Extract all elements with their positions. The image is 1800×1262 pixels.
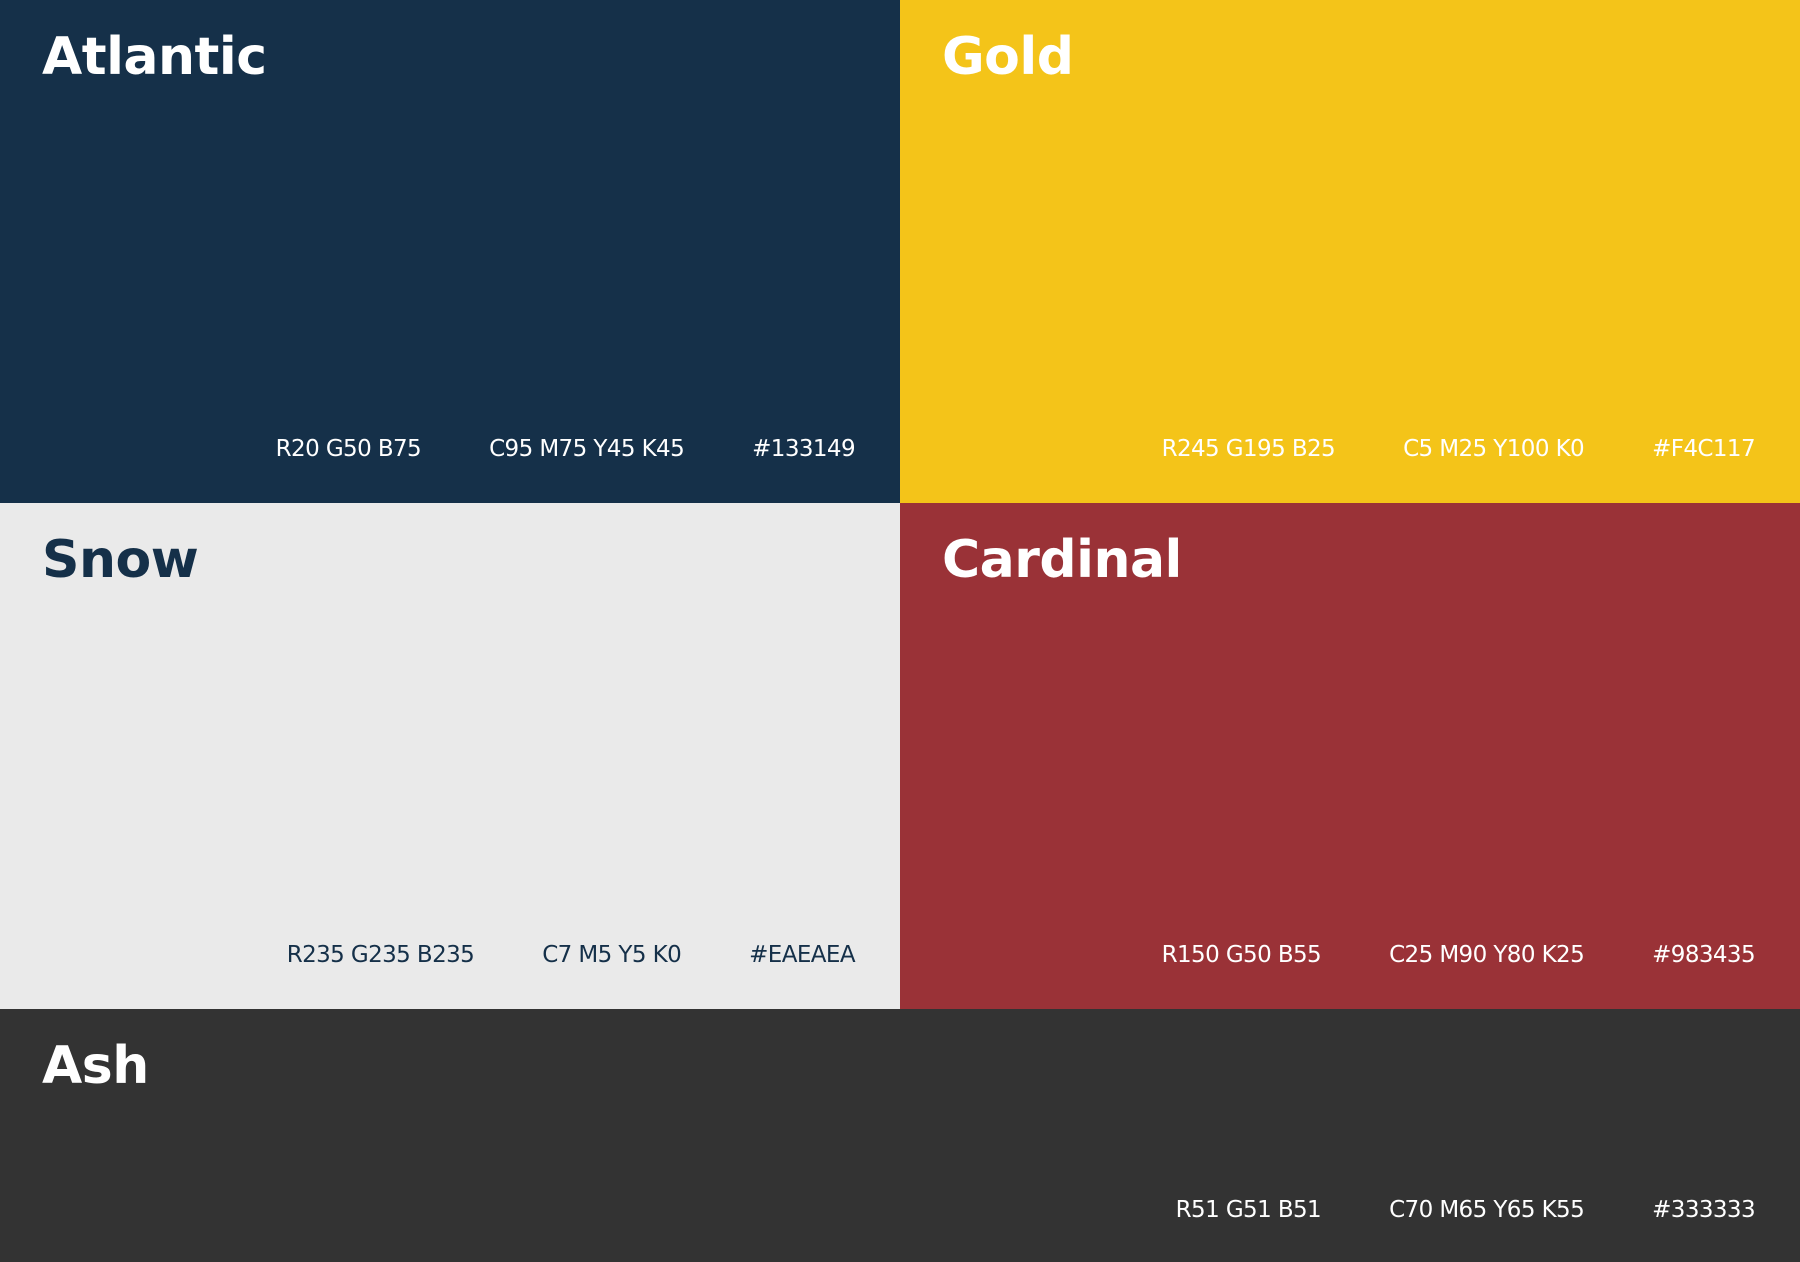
hex-value: #983435 [1652,942,1755,968]
swatch-cardinal: Cardinal R150 G50 B55 C25 M90 Y80 K25 #9… [900,503,1800,1009]
swatch-specs: R20 G50 B75 C95 M75 Y45 K45 #133149 [275,436,856,462]
swatch-ash: Ash R51 G51 B51 C70 M65 Y65 K55 #333333 [0,1009,1800,1262]
color-palette: Atlantic R20 G50 B75 C95 M75 Y45 K45 #13… [0,0,1800,1262]
rgb-value: R20 G50 B75 [275,436,422,462]
swatch-title: Ash [42,1036,149,1096]
swatch-title: Snow [42,530,199,590]
swatch-title: Atlantic [42,27,267,87]
hex-value: #333333 [1652,1197,1755,1223]
cmyk-value: C5 M25 Y100 K0 [1403,436,1585,462]
rgb-value: R51 G51 B51 [1175,1197,1322,1223]
swatch-title: Gold [942,27,1074,87]
cmyk-value: C70 M65 Y65 K55 [1389,1197,1585,1223]
cmyk-value: C7 M5 Y5 K0 [542,942,682,968]
cmyk-value: C95 M75 Y45 K45 [489,436,685,462]
swatch-gold: Gold R245 G195 B25 C5 M25 Y100 K0 #F4C11… [900,0,1800,503]
hex-value: #EAEAEA [749,942,855,968]
swatch-specs: R245 G195 B25 C5 M25 Y100 K0 #F4C117 [1161,436,1756,462]
rgb-value: R245 G195 B25 [1161,436,1336,462]
swatch-atlantic: Atlantic R20 G50 B75 C95 M75 Y45 K45 #13… [0,0,900,503]
rgb-value: R235 G235 B235 [286,942,475,968]
hex-value: #F4C117 [1652,436,1756,462]
swatch-specs: R235 G235 B235 C7 M5 Y5 K0 #EAEAEA [286,942,856,968]
swatch-title: Cardinal [942,530,1182,590]
rgb-value: R150 G50 B55 [1161,942,1322,968]
hex-value: #133149 [752,436,855,462]
swatch-specs: R150 G50 B55 C25 M90 Y80 K25 #983435 [1161,942,1756,968]
swatch-snow: Snow R235 G235 B235 C7 M5 Y5 K0 #EAEAEA [0,503,900,1009]
cmyk-value: C25 M90 Y80 K25 [1389,942,1585,968]
swatch-specs: R51 G51 B51 C70 M65 Y65 K55 #333333 [1175,1197,1756,1223]
